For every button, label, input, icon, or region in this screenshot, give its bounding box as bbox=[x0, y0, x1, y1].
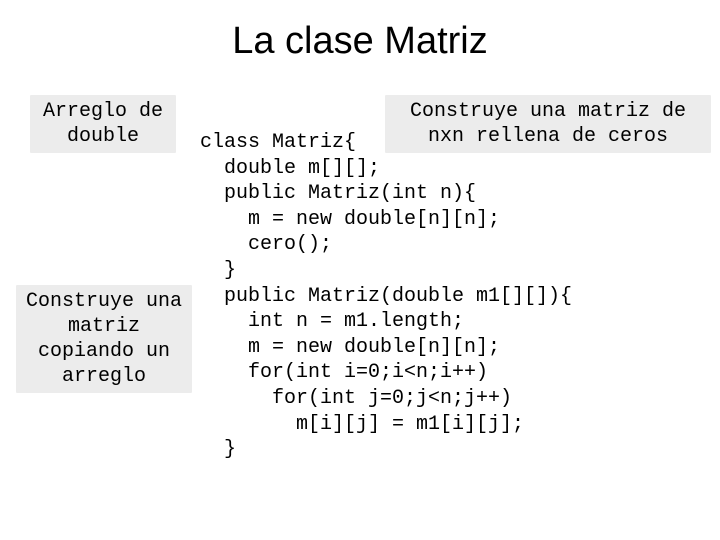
slide: La clase Matriz Arreglo de double Constr… bbox=[0, 0, 720, 540]
label-copiando-arreglo: Construye una matriz copiando un arreglo bbox=[16, 285, 192, 393]
label-arreglo-double: Arreglo de double bbox=[30, 95, 176, 153]
slide-title: La clase Matriz bbox=[0, 20, 720, 63]
code-block: class Matriz{ double m[][]; public Matri… bbox=[200, 130, 700, 463]
